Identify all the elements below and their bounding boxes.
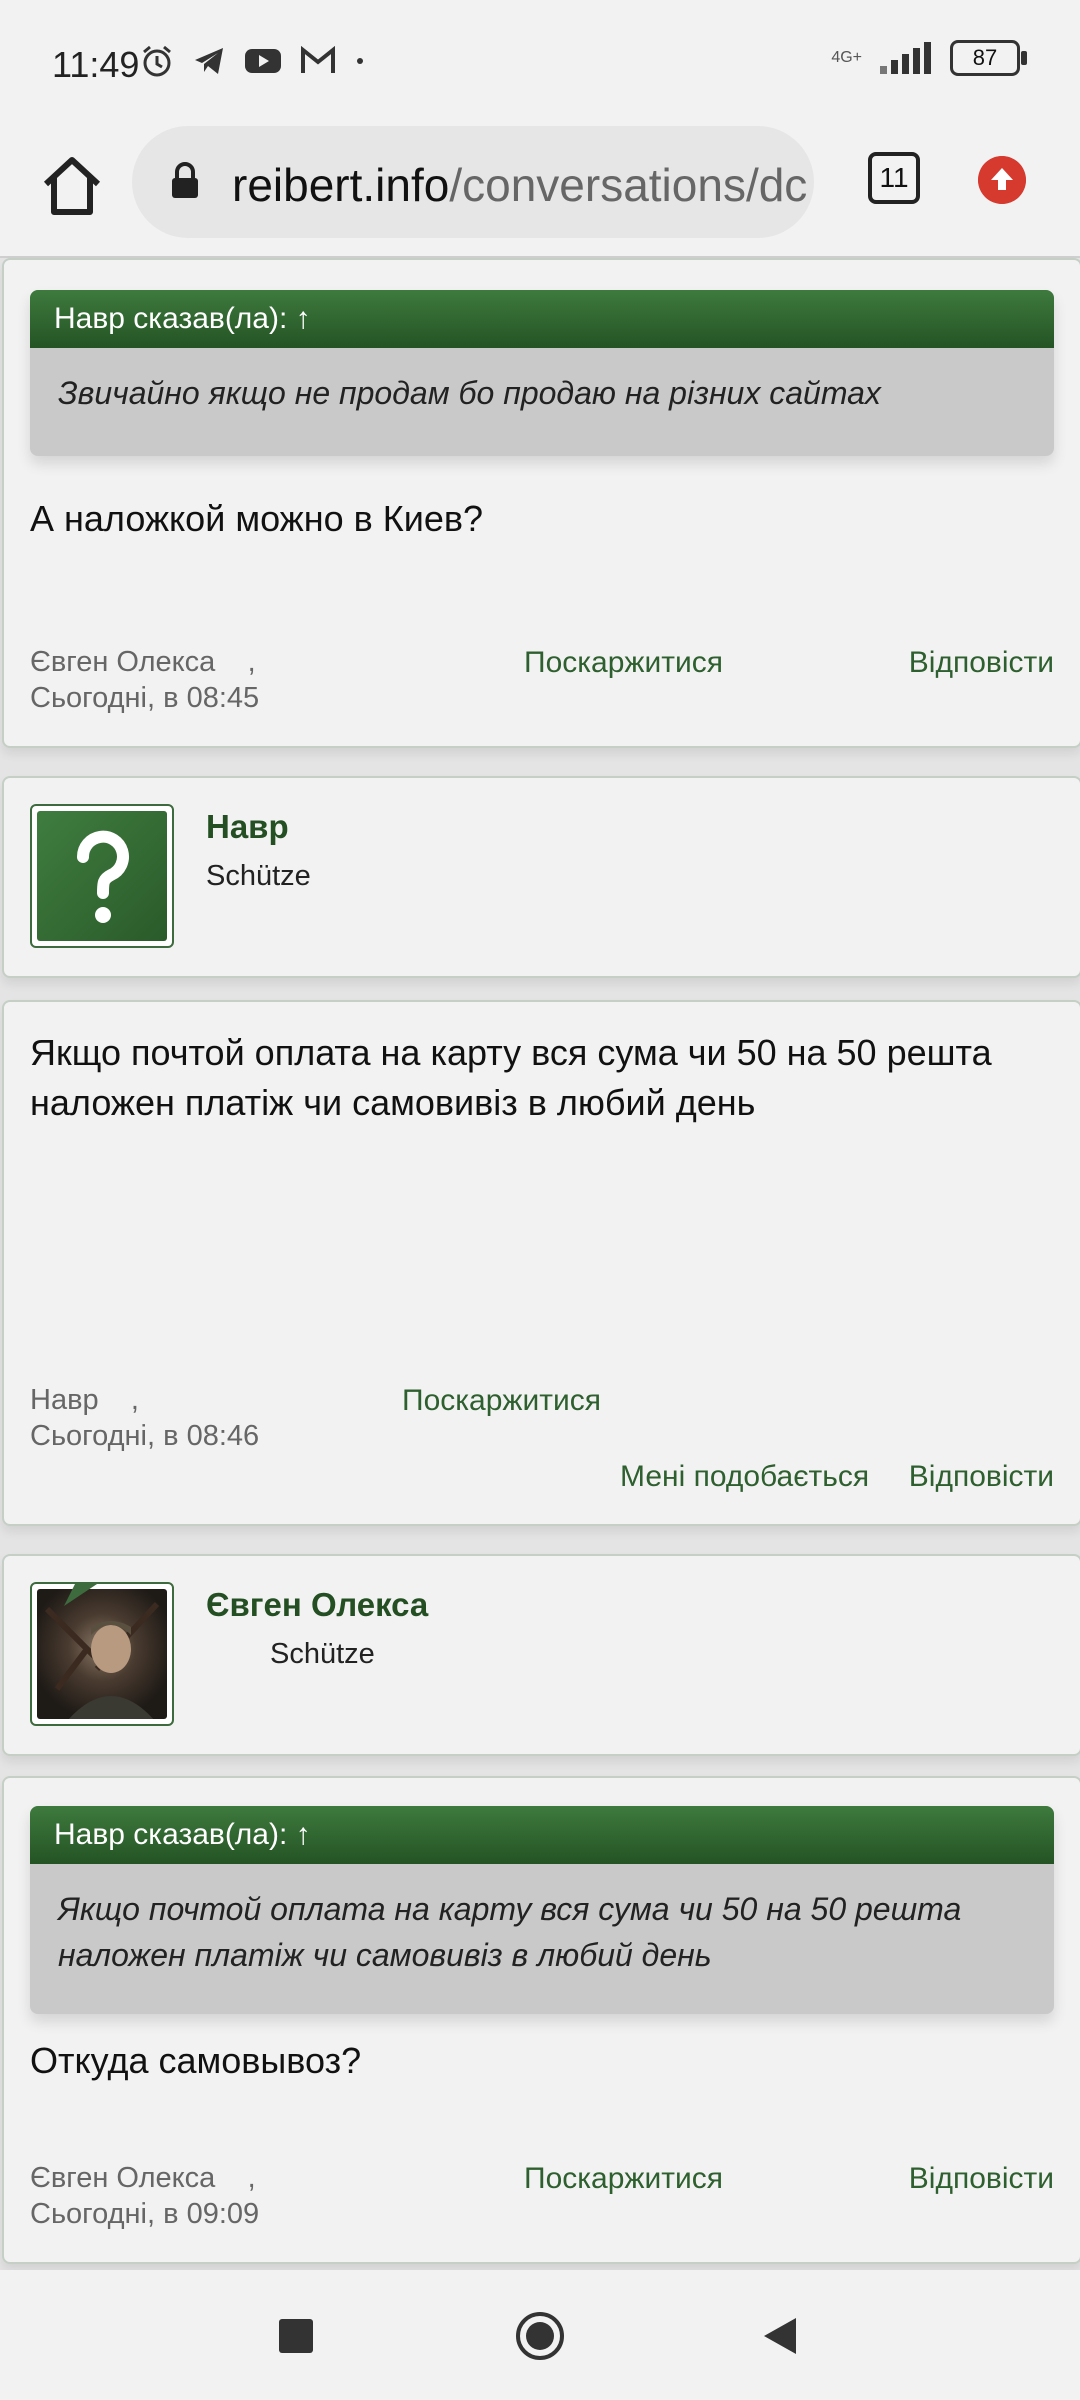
message-date[interactable]: Сьогодні, в 09:09 <box>30 2198 259 2231</box>
message-card: Якщо почтой оплата на карту вся сума чи … <box>2 1000 1080 1526</box>
recents-icon[interactable] <box>276 2316 316 2356</box>
message-date[interactable]: Сьогодні, в 08:45 <box>30 682 259 715</box>
status-bar: 11:49 4G+ 87 <box>0 0 1080 120</box>
username[interactable]: Євген Олекса <box>206 1586 428 1624</box>
message-author[interactable]: Навр , <box>30 1384 139 1417</box>
default-avatar-icon <box>37 811 167 941</box>
url-text: reibert.info/conversations/dc <box>232 158 807 212</box>
quote-text: Звичайно якщо не продам бо продаю на різ… <box>58 375 881 411</box>
notification-icons <box>140 44 366 78</box>
battery-indicator: 87 <box>950 40 1027 76</box>
status-right: 4G+ 87 <box>831 40 1027 76</box>
url-bar[interactable]: reibert.info/conversations/dc <box>132 126 814 238</box>
gmail-icon <box>301 46 335 73</box>
signal-icon <box>880 42 931 74</box>
meta-separator: , <box>247 646 256 678</box>
quote-header[interactable]: Навр сказав(ла): ↑ <box>30 1806 1054 1864</box>
status-time: 11:49 <box>52 44 140 85</box>
reply-link[interactable]: Відповісти <box>909 646 1054 680</box>
corner-badge-icon <box>64 1582 100 1606</box>
browser-toolbar: reibert.info/conversations/dc 11 <box>0 120 1080 258</box>
author-name[interactable]: Навр <box>30 1384 99 1416</box>
telegram-icon <box>195 48 223 74</box>
url-host: reibert.info <box>232 159 450 211</box>
like-link[interactable]: Мені подобається <box>620 1460 869 1494</box>
message-text: А наложкой можно в Киев? <box>30 498 484 539</box>
report-link[interactable]: Поскаржитися <box>402 1384 601 1418</box>
home-icon[interactable] <box>36 150 108 222</box>
url-path: /conversations/dc <box>449 159 808 211</box>
network-label: 4G+ <box>831 49 862 66</box>
update-icon[interactable] <box>978 156 1026 204</box>
question-mark-icon <box>76 830 129 923</box>
lock-icon <box>172 162 198 198</box>
quote-block: Навр сказав(ла): ↑ Звичайно якщо не прод… <box>30 290 1054 456</box>
author-name[interactable]: Євген Олекса <box>30 2162 215 2194</box>
meta-separator: , <box>130 1384 139 1416</box>
home-nav-icon[interactable] <box>514 2310 566 2362</box>
message-author[interactable]: Євген Олекса , <box>30 2162 256 2195</box>
user-title: Schütze <box>206 860 311 892</box>
reply-link[interactable]: Відповісти <box>909 2162 1054 2196</box>
user-card: Навр Schütze <box>2 776 1080 978</box>
reply-link[interactable]: Відповісти <box>909 1460 1054 1494</box>
person-photo-icon <box>44 1601 160 1719</box>
username[interactable]: Навр <box>206 808 289 846</box>
user-photo <box>37 1589 167 1719</box>
quote-block: Навр сказав(ла): ↑ Якщо почтой оплата на… <box>30 1806 1054 2014</box>
message-author[interactable]: Євген Олекса , <box>30 646 256 679</box>
quote-text: Якщо почтой оплата на карту вся сума чи … <box>58 1891 962 1973</box>
message-card: Навр сказав(ла): ↑ Звичайно якщо не прод… <box>2 258 1080 748</box>
youtube-icon <box>245 49 281 73</box>
author-name[interactable]: Євген Олекса <box>30 646 215 678</box>
alarm-icon <box>143 45 171 77</box>
report-link[interactable]: Поскаржитися <box>524 2162 723 2196</box>
tabs-button[interactable]: 11 <box>868 152 920 204</box>
user-title: Schütze <box>270 1638 375 1670</box>
avatar[interactable] <box>30 804 174 948</box>
system-nav-bar <box>0 2270 1080 2400</box>
report-link[interactable]: Поскаржитися <box>524 646 723 680</box>
avatar[interactable] <box>30 1582 174 1726</box>
message-text: Якщо почтой оплата на карту вся сума чи … <box>30 1032 992 1123</box>
dot-icon <box>357 58 363 64</box>
user-card: Євген Олекса Schütze <box>2 1554 1080 1756</box>
message-card: Навр сказав(ла): ↑ Якщо почтой оплата на… <box>2 1776 1080 2264</box>
message-text: Откуда самовывоз? <box>30 2040 362 2081</box>
quote-header[interactable]: Навр сказав(ла): ↑ <box>30 290 1054 348</box>
message-date[interactable]: Сьогодні, в 08:46 <box>30 1420 259 1453</box>
back-icon[interactable] <box>760 2314 800 2358</box>
meta-separator: , <box>247 2162 256 2194</box>
